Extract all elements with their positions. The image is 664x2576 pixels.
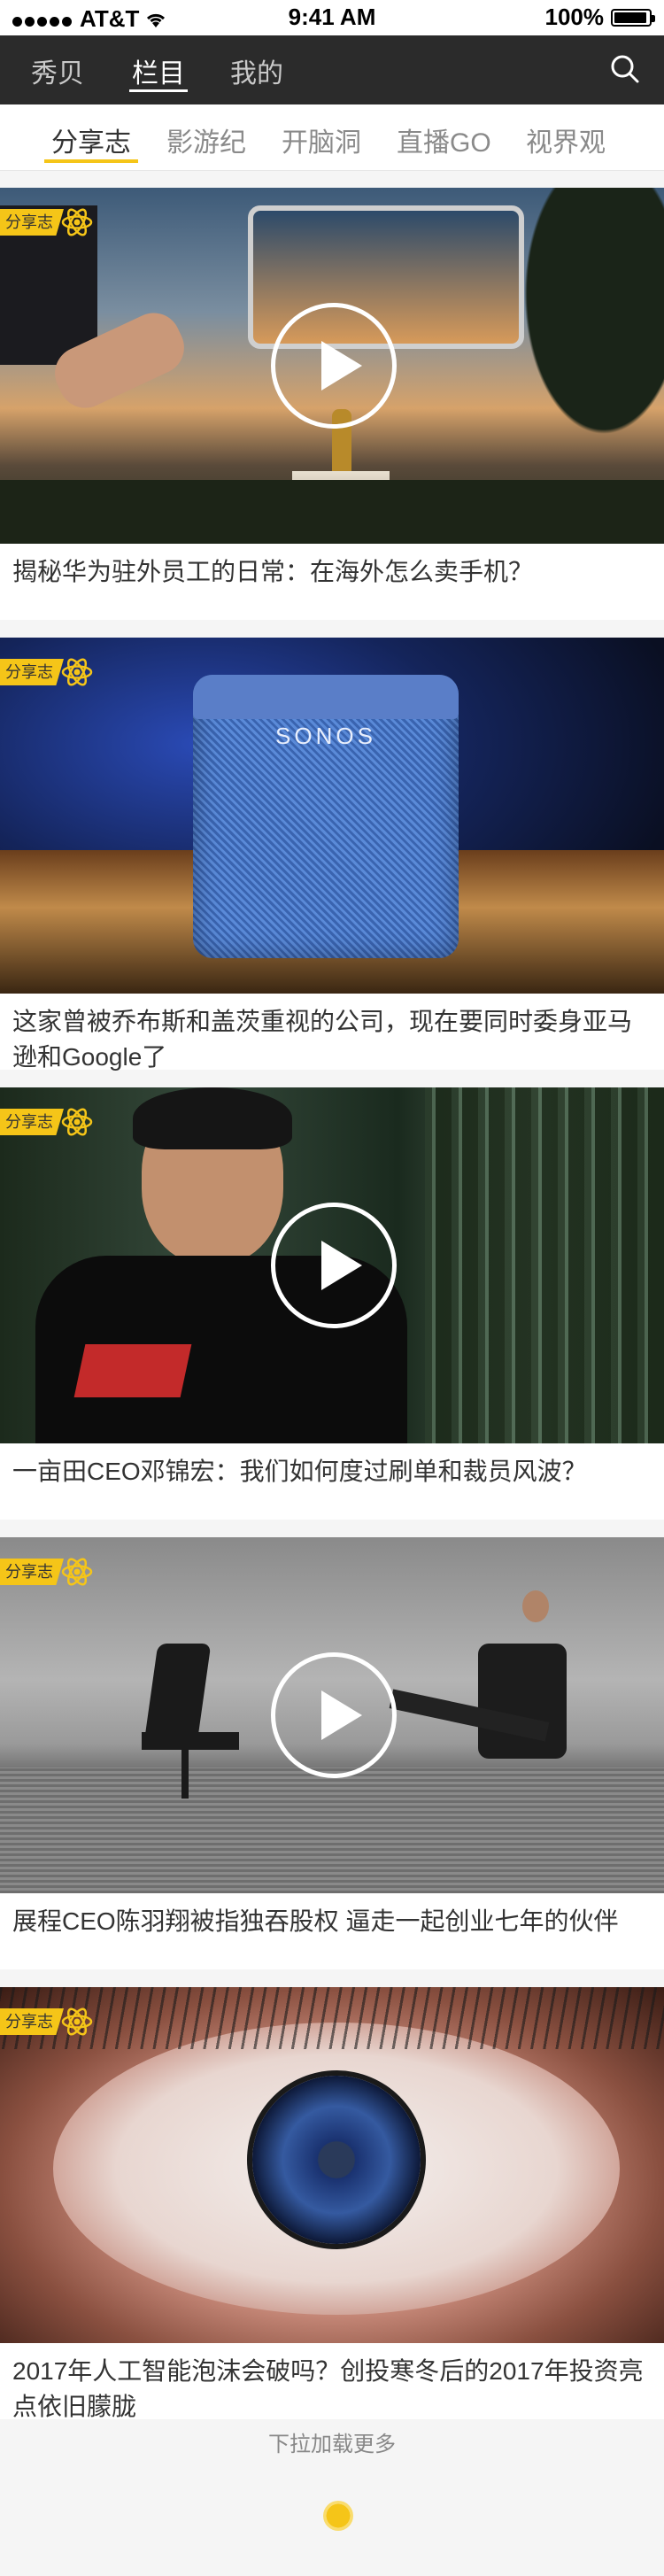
play-button[interactable] <box>271 303 397 429</box>
category-badge: 分享志 <box>0 2008 64 2035</box>
battery-label: 100% <box>544 4 605 30</box>
article-card[interactable]: SONOS 分享志 这家曾被乔布斯和盖茨重视的公司，现在要同时委身亚马逊和Goo… <box>0 638 664 1071</box>
article-title[interactable]: 一亩田CEO邓锦宏：我们如何度过刷单和裁员风波？ <box>12 1454 650 1489</box>
tab-active-indicator <box>44 159 138 163</box>
article-card[interactable]: 分享志 一亩田CEO邓锦宏：我们如何度过刷单和裁员风波？ <box>0 1087 664 1520</box>
speaker-logo: SONOS <box>275 723 376 749</box>
article-card[interactable]: 分享志 2017年人工智能泡沫会破吗？创投寒冬后的2017年投资亮点依旧朦胧 <box>0 1987 664 2420</box>
atom-icon <box>61 658 93 686</box>
tab-kainaodong[interactable]: 开脑洞 <box>282 120 361 159</box>
category-badge: 分享志 <box>0 209 64 236</box>
play-button[interactable] <box>271 1652 397 1778</box>
loading-spinner-icon <box>323 2501 353 2531</box>
article-thumbnail[interactable]: 分享志 <box>0 1987 664 2343</box>
article-title[interactable]: 展程CEO陈羽翔被指独吞股权 逼走一起创业七年的伙伴 <box>12 1904 650 1939</box>
category-badge: 分享志 <box>0 1109 64 1135</box>
category-badge: 分享志 <box>0 659 64 685</box>
nav-item-mine[interactable]: 我的 <box>230 51 283 90</box>
search-icon[interactable] <box>609 53 641 85</box>
article-title[interactable]: 这家曾被乔布斯和盖茨重视的公司，现在要同时委身亚马逊和Google了 <box>12 1004 650 1075</box>
battery-icon <box>611 8 655 27</box>
load-more-hint: 下拉加载更多 <box>268 2433 396 2456</box>
article-thumbnail[interactable]: 分享志 <box>0 1087 664 1443</box>
article-thumbnail[interactable]: 分享志 <box>0 1537 664 1893</box>
top-navigation: 秀贝 栏目 我的 <box>0 35 664 104</box>
atom-icon <box>61 2007 93 2036</box>
status-bar: AT&T 9:41 AM 100% <box>0 0 664 35</box>
nav-active-indicator <box>129 89 188 92</box>
nav-item-columns[interactable]: 栏目 <box>132 51 185 90</box>
tab-fenxiangzhi[interactable]: 分享志 <box>51 120 131 159</box>
battery-status: 100% <box>544 4 655 31</box>
tab-zhiboGO[interactable]: 直播GO <box>397 120 491 159</box>
tab-yingyouji[interactable]: 影游纪 <box>166 120 246 159</box>
category-tabs: 分享志 影游纪 开脑洞 直播GO 视界观 <box>0 104 664 171</box>
atom-icon <box>61 1558 93 1586</box>
article-card[interactable]: 分享志 展程CEO陈羽翔被指独吞股权 逼走一起创业七年的伙伴 <box>0 1537 664 1969</box>
article-title[interactable]: 揭秘华为驻外员工的日常：在海外怎么卖手机？ <box>12 554 650 590</box>
article-thumbnail[interactable]: 分享志 <box>0 188 664 544</box>
article-card[interactable]: 分享志 揭秘华为驻外员工的日常：在海外怎么卖手机？ <box>0 188 664 620</box>
tab-shijieguan[interactable]: 视界观 <box>526 120 606 159</box>
atom-icon <box>61 208 93 236</box>
atom-icon <box>61 1108 93 1136</box>
nav-item-xiubei[interactable]: 秀贝 <box>31 51 84 90</box>
article-thumbnail[interactable]: SONOS 分享志 <box>0 638 664 994</box>
article-title[interactable]: 2017年人工智能泡沫会破吗？创投寒冬后的2017年投资亮点依旧朦胧 <box>12 2354 650 2425</box>
play-button[interactable] <box>271 1203 397 1328</box>
category-badge: 分享志 <box>0 1559 64 1585</box>
